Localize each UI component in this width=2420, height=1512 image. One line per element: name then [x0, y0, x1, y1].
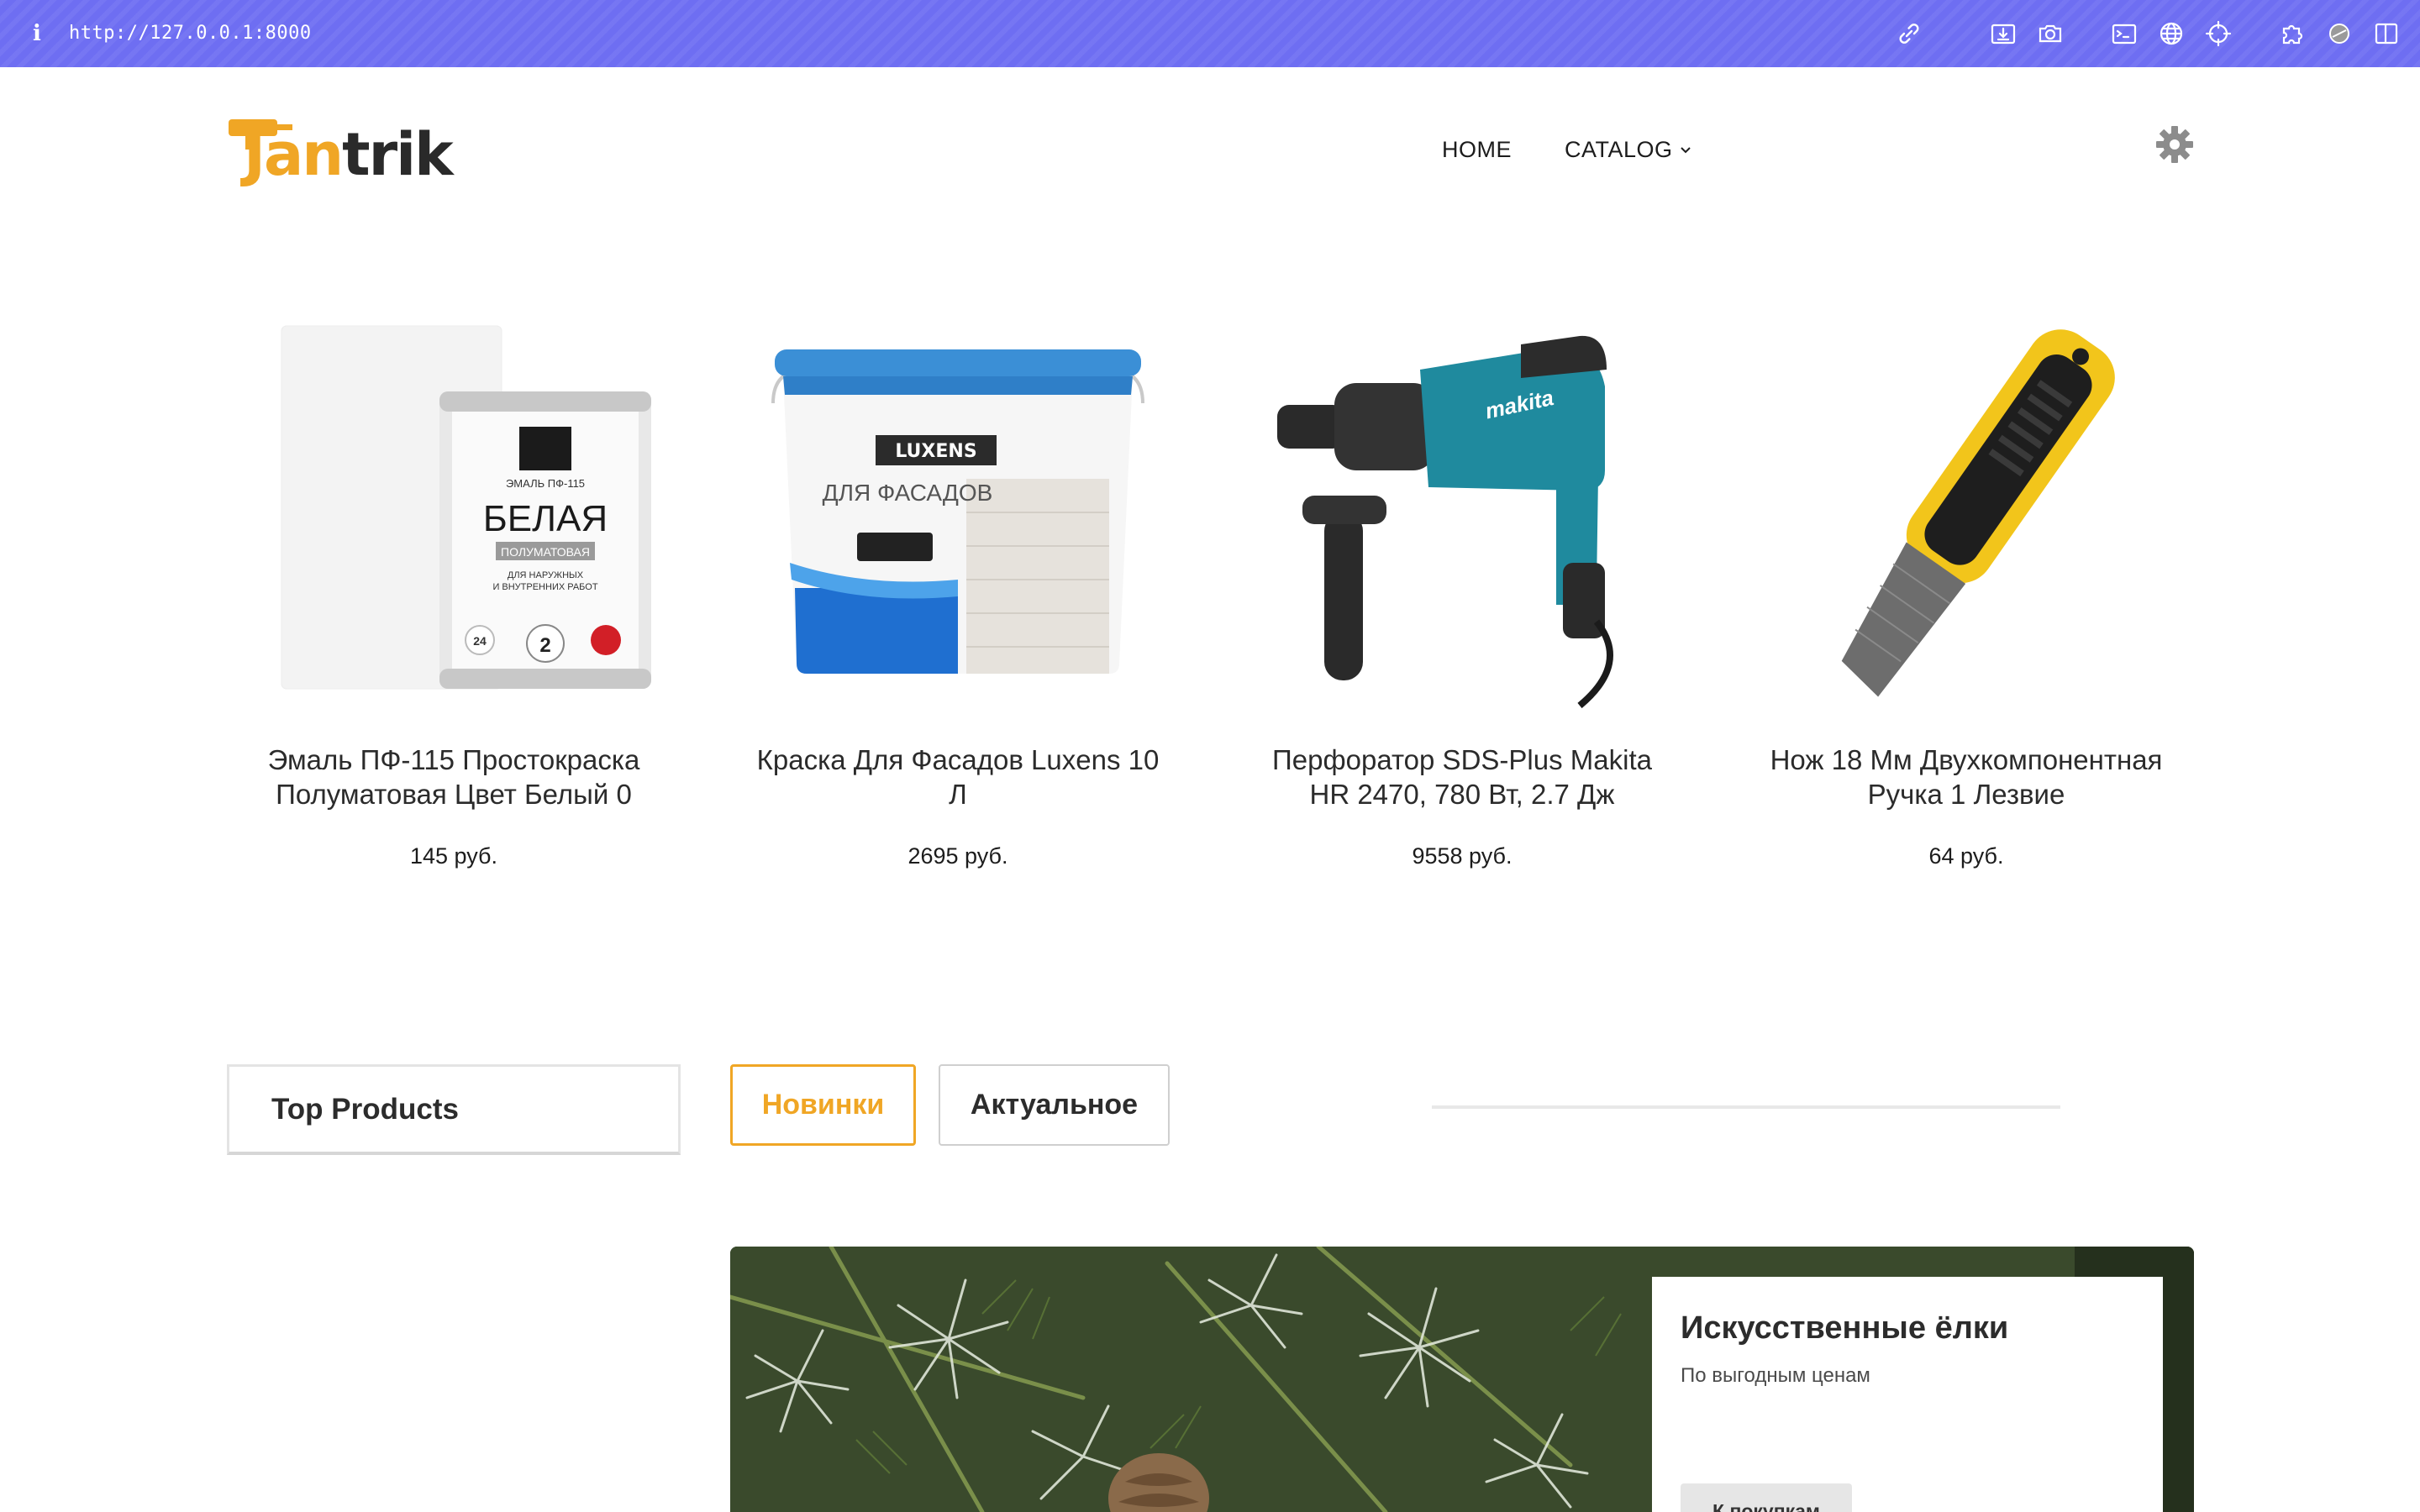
- banner-card: Искусственные ёлки По выгодным ценам К п…: [1652, 1277, 2163, 1512]
- svg-text:2: 2: [539, 634, 550, 657]
- svg-text:ДЛЯ ФАСАДОВ: ДЛЯ ФАСАДОВ: [823, 480, 993, 506]
- shop-now-button[interactable]: К покупкам: [1681, 1483, 1852, 1512]
- product-image-paint[interactable]: LUXENS ДЛЯ ФАСАДОВ: [739, 311, 1176, 714]
- tab-new-arrivals[interactable]: Новинки: [730, 1064, 916, 1146]
- product-card[interactable]: ЭМАЛЬ ПФ-115 БЕЛАЯ ПОЛУМАТОВАЯ ДЛЯ НАРУЖ…: [227, 311, 681, 869]
- tab-relevant[interactable]: Актуальное: [939, 1064, 1170, 1146]
- product-image-drill[interactable]: makita: [1244, 311, 1681, 714]
- svg-text:И ВНУТРЕННИХ РАБОТ: И ВНУТРЕННИХ РАБОТ: [492, 582, 597, 592]
- product-card[interactable]: makita Перфоратор SDS-Plus Makita HR 247…: [1235, 311, 1689, 869]
- product-image-enamel[interactable]: ЭМАЛЬ ПФ-115 БЕЛАЯ ПОЛУМАТОВАЯ ДЛЯ НАРУЖ…: [235, 311, 672, 714]
- svg-text:ДЛЯ НАРУЖНЫХ: ДЛЯ НАРУЖНЫХ: [508, 570, 584, 580]
- chevron-down-icon: [1680, 147, 1691, 154]
- product-name[interactable]: Перфоратор SDS-Plus Makita HR 2470, 780 …: [1235, 743, 1689, 811]
- link-icon[interactable]: [1894, 18, 1924, 49]
- extension-icon[interactable]: [2277, 18, 2307, 49]
- svg-text:LUXENS: LUXENS: [895, 441, 976, 462]
- product-price: 64 руб.: [1928, 843, 2004, 869]
- nav-catalog[interactable]: CATALOG: [1565, 133, 1693, 166]
- logo-text-trik: trik: [342, 120, 454, 189]
- logo-text-jan: Jan: [244, 120, 344, 189]
- gear-icon[interactable]: [2154, 124, 2195, 165]
- svg-text:ЭМАЛЬ ПФ-115: ЭМАЛЬ ПФ-115: [506, 477, 585, 490]
- top-products-heading: Top Products: [227, 1064, 681, 1155]
- tabs-divider: [1432, 1105, 2060, 1109]
- product-image-knife[interactable]: [1748, 311, 2185, 714]
- product-name[interactable]: Нож 18 Мм Двухкомпонентная Ручка 1 Лезви…: [1739, 743, 2193, 811]
- globe-icon[interactable]: [2156, 18, 2186, 49]
- svg-text:БЕЛАЯ: БЕЛАЯ: [483, 498, 608, 539]
- product-price: 9558 руб.: [1412, 843, 1512, 869]
- terminal-icon[interactable]: [2109, 18, 2139, 49]
- banner-subtitle: По выгодным ценам: [1681, 1364, 1870, 1387]
- product-card[interactable]: LUXENS ДЛЯ ФАСАДОВ Краска Для Фасадов Lu…: [731, 311, 1185, 869]
- nav-home[interactable]: HOME: [1442, 133, 1512, 166]
- address-bar[interactable]: http://127.0.0.1:8000: [69, 18, 312, 49]
- site-logo[interactable]: Jantrik: [227, 116, 471, 189]
- download-icon[interactable]: [1988, 18, 2018, 49]
- product-price: 145 руб.: [409, 843, 498, 869]
- product-name[interactable]: Эмаль ПФ-115 Простокраска Полуматовая Цв…: [227, 743, 681, 811]
- product-name[interactable]: Краска Для Фасадов Luxens 10 Л: [731, 743, 1185, 811]
- product-price: 2695 руб.: [908, 843, 1008, 869]
- camera-icon[interactable]: [2035, 18, 2065, 49]
- crosshair-icon[interactable]: [2203, 18, 2233, 49]
- top-products-title: Top Products: [271, 1092, 459, 1126]
- sidebar-icon[interactable]: [2371, 18, 2402, 49]
- product-card[interactable]: Нож 18 Мм Двухкомпонентная Ручка 1 Лезви…: [1739, 311, 2193, 869]
- site-info-icon[interactable]: i: [29, 18, 45, 49]
- promo-banner[interactable]: Искусственные ёлки По выгодным ценам К п…: [730, 1247, 2194, 1512]
- banner-title: Искусственные ёлки: [1681, 1310, 2009, 1346]
- svg-text:24: 24: [473, 634, 487, 648]
- toggle-icon[interactable]: [2324, 18, 2354, 49]
- browser-toolbar: i http://127.0.0.1:8000: [0, 0, 2420, 67]
- svg-text:ПОЛУМАТОВАЯ: ПОЛУМАТОВАЯ: [501, 545, 590, 559]
- nav-catalog-label: CATALOG: [1565, 137, 1673, 162]
